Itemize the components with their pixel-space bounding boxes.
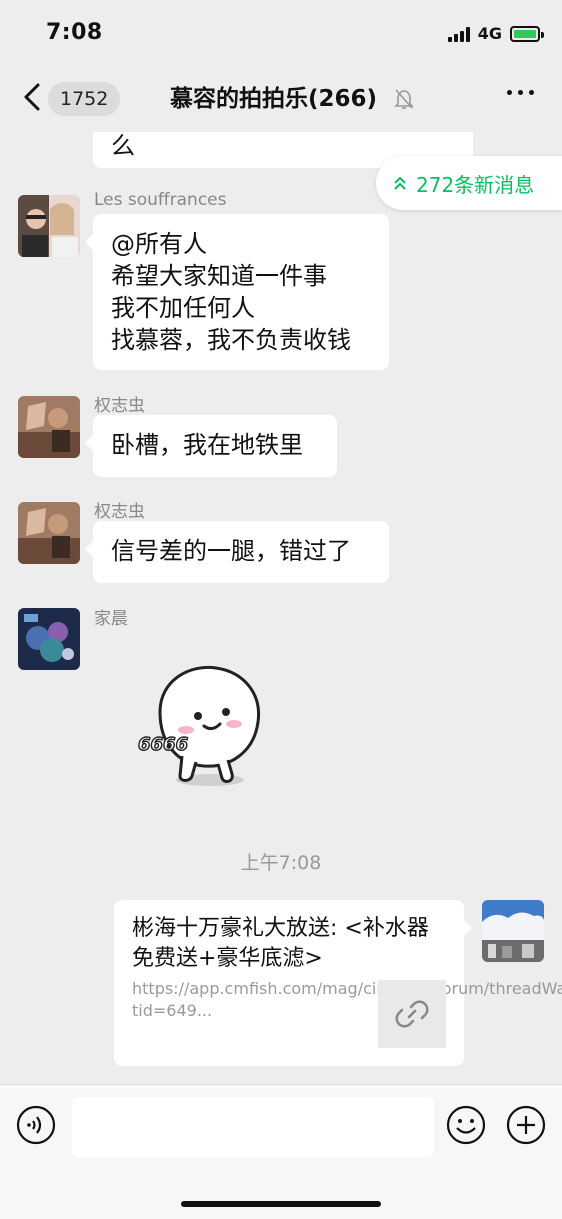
message-input[interactable]: [72, 1097, 434, 1157]
input-bar: [0, 1084, 562, 1219]
message-text: 信号差的一腿，错过了: [111, 537, 351, 565]
new-messages-button[interactable]: 272条新消息: [376, 156, 562, 210]
nav-bar: 1752 慕容的拍拍乐(266): [0, 68, 562, 132]
message-bubble[interactable]: 信号差的一腿，错过了: [85, 521, 389, 583]
avatar[interactable]: [18, 502, 80, 564]
network-type: 4G: [477, 24, 502, 43]
avatar[interactable]: [18, 396, 80, 458]
message-text: 卧槽，我在地铁里: [111, 431, 303, 459]
more-options-button[interactable]: [507, 90, 534, 95]
unread-count-badge[interactable]: 1752: [48, 82, 121, 116]
double-chevron-up-icon: [394, 176, 406, 190]
link-url: https://app.cmfish.com/mag/circle/v1/for…: [132, 979, 562, 1020]
sticker-text: 6666: [138, 734, 188, 755]
link-thumbnail: [378, 980, 446, 1048]
sender-name: 权志虫: [94, 502, 145, 522]
message-line: 我不加任何人: [111, 294, 255, 322]
signal-icon: [447, 26, 470, 42]
message-line: @所有人: [111, 230, 207, 258]
chat-title: 慕容的拍拍乐(266): [170, 86, 378, 112]
message-list[interactable]: 么 272条新消息 Les souffrances @所有人 希望大家知道一件事…: [0, 132, 562, 1082]
sticker-image[interactable]: 6666: [130, 660, 280, 790]
avatar[interactable]: [18, 608, 80, 670]
status-indicators: 4G: [447, 24, 544, 43]
status-bar: 7:08 4G: [0, 0, 562, 68]
avatar[interactable]: [18, 195, 80, 257]
link-card[interactable]: 彬海十万豪礼大放送: <补水器免费送+豪华底滤> https://app.cmf…: [114, 900, 562, 1066]
home-indicator[interactable]: [181, 1201, 381, 1207]
link-icon: [395, 1000, 429, 1028]
message-line: 希望大家知道一件事: [111, 262, 327, 290]
battery-icon: [510, 25, 544, 42]
new-messages-label: 272条新消息: [416, 172, 535, 197]
emoji-icon[interactable]: [446, 1105, 486, 1145]
message-bubble[interactable]: 卧槽，我在地铁里: [85, 415, 337, 477]
status-time: 7:08: [46, 20, 103, 45]
self-avatar[interactable]: [482, 900, 544, 962]
mute-bell-icon: [394, 89, 414, 109]
plus-icon[interactable]: [506, 1105, 546, 1145]
voice-input-icon[interactable]: [16, 1105, 56, 1145]
sender-name: 权志虫: [94, 396, 145, 416]
message-text: 么: [111, 132, 135, 160]
message-bubble[interactable]: @所有人 希望大家知道一件事 我不加任何人 找慕蓉，我不负责收钱: [85, 214, 389, 370]
link-title: 彬海十万豪礼大放送: <补水器免费送+豪华底滤>: [132, 916, 429, 971]
message-timestamp: 上午7:08: [240, 852, 322, 874]
sender-name: 家晨: [94, 609, 128, 629]
sender-name: Les souffrances: [94, 190, 227, 210]
back-arrow-icon[interactable]: [22, 82, 42, 112]
message-line: 找慕蓉，我不负责收钱: [111, 326, 351, 354]
